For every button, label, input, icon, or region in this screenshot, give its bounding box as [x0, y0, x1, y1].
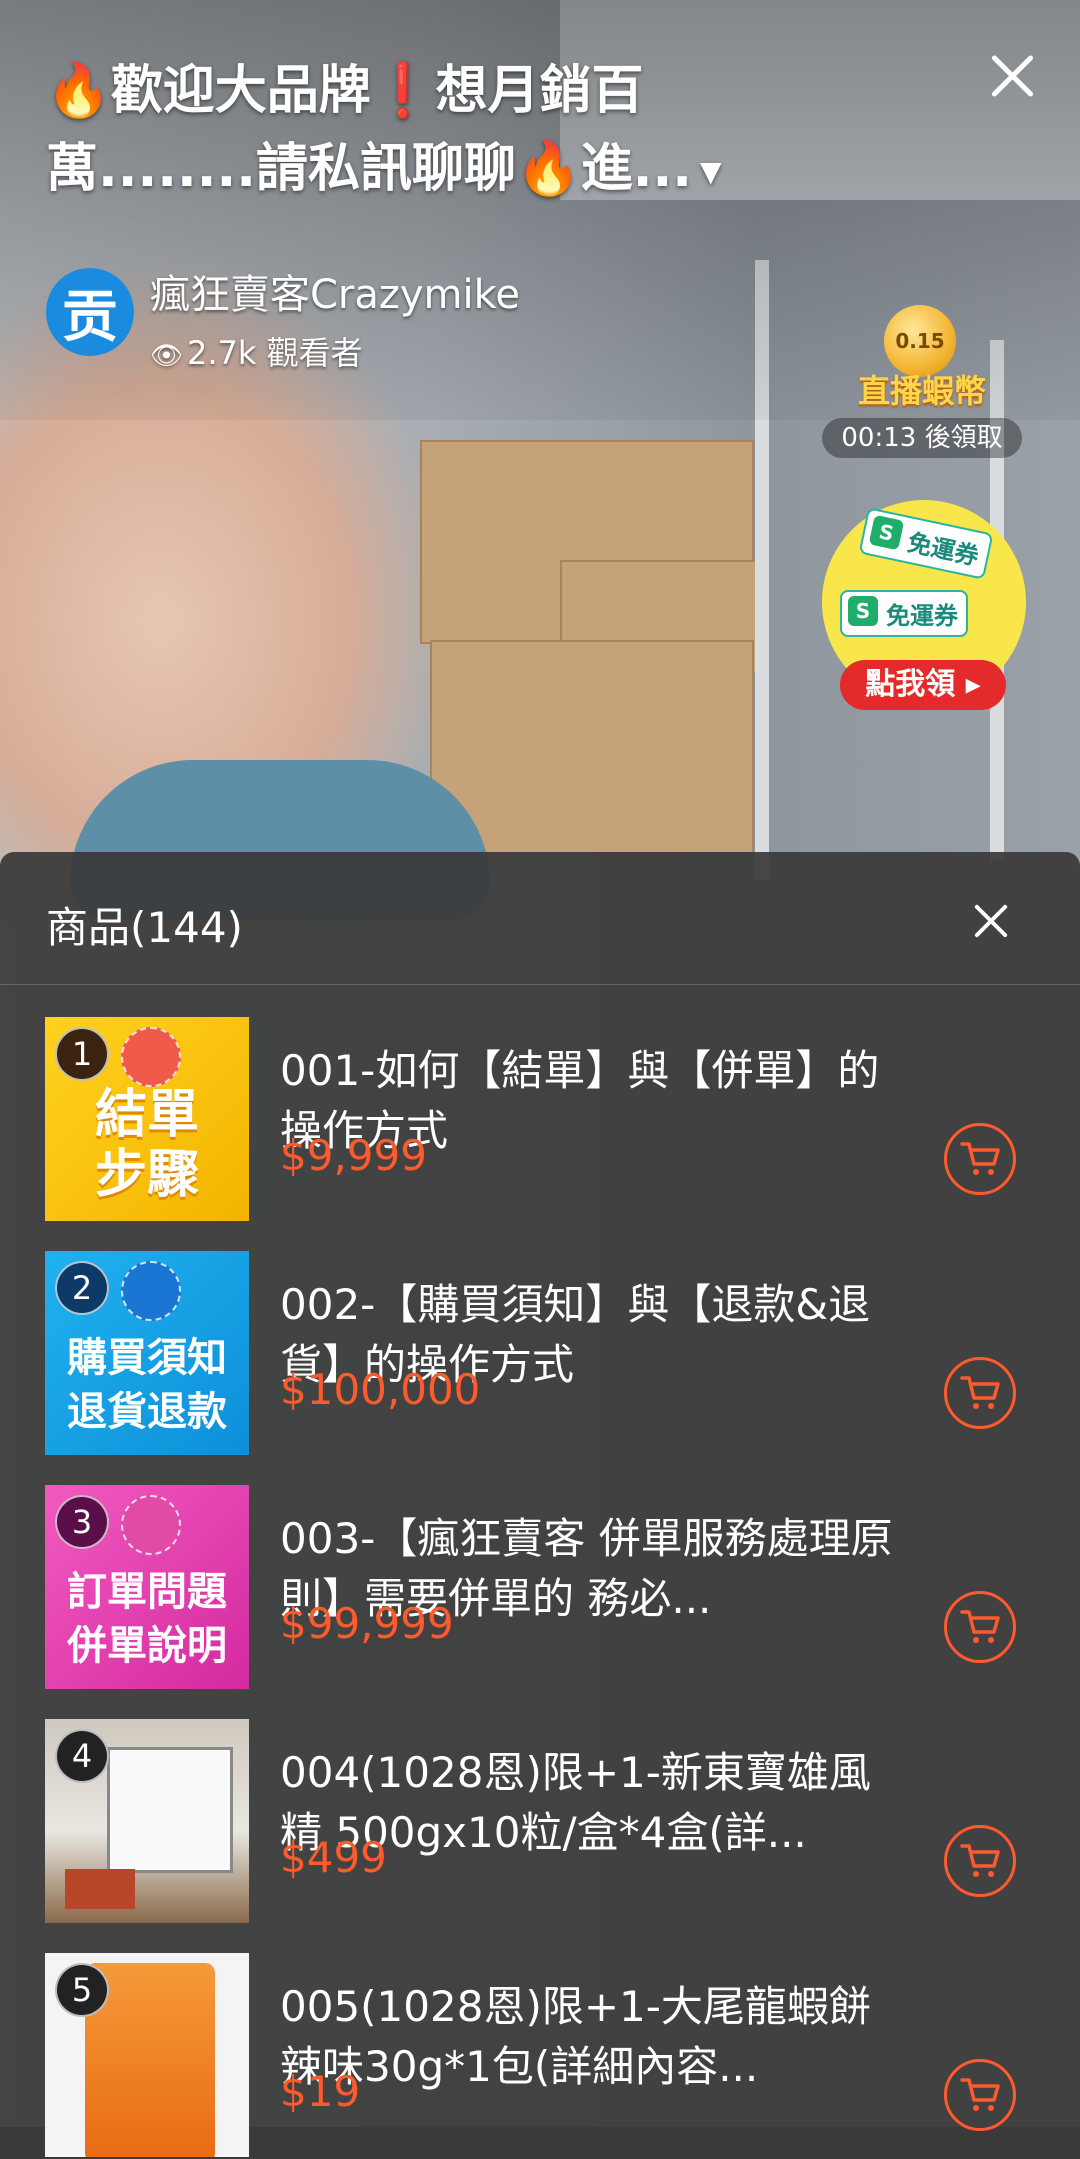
product-panel: 商品(144) 1 結單 步驟 001-如何【結單】與【併單】的操作方式 $9,…	[0, 852, 1080, 2157]
product-index-badge: 1	[55, 1027, 109, 1081]
claim-voucher-button[interactable]: 點我領 ▸	[840, 660, 1006, 710]
title-expand-icon[interactable]: ▼	[700, 155, 722, 188]
shopee-bag-icon: S	[868, 514, 905, 551]
product-item[interactable]: 2 購買須知 退貨退款 002-【購買須知】與【退款&退貨】的操作方式 $100…	[0, 1251, 1080, 1457]
thumbnail-text: 結單	[94, 1085, 199, 1145]
shopee-bag-icon: S	[848, 596, 878, 626]
product-item[interactable]: 3 訂單問題 併單說明 003-【瘋狂賣客 併單服務處理原則】需要併單的 務必.…	[0, 1485, 1080, 1691]
voucher-ticket: S 免運券	[840, 590, 968, 637]
voucher-ticket-label: 免運券	[886, 602, 958, 630]
add-to-cart-button[interactable]	[944, 1123, 1016, 1195]
product-price: $9,999	[280, 1131, 427, 1180]
product-item[interactable]: 5 005(1028恩)限+1-大尾龍蝦餅 辣味30g*1包(詳細內容... $…	[0, 1953, 1080, 2159]
close-panel-button[interactable]	[966, 896, 1016, 946]
product-item[interactable]: 1 結單 步驟 001-如何【結單】與【併單】的操作方式 $9,999	[0, 1017, 1080, 1223]
product-thumbnail[interactable]: 3 訂單問題 併單說明	[45, 1485, 249, 1689]
logo-icon	[121, 1495, 181, 1555]
product-name[interactable]: 005(1028恩)限+1-大尾龍蝦餅 辣味30g*1包(詳細內容...	[280, 1977, 900, 2097]
product-index-badge: 5	[55, 1963, 109, 2017]
product-panel-title: 商品(144)	[46, 903, 243, 952]
thumbnail-text: 併單說明	[67, 1623, 227, 1669]
logo-icon	[121, 1261, 181, 1321]
product-price: $99,999	[280, 1599, 454, 1648]
thumbnail-text: 購買須知	[67, 1335, 227, 1381]
product-thumbnail[interactable]: 1 結單 步驟	[45, 1017, 249, 1221]
product-price: $19	[280, 2067, 361, 2116]
add-to-cart-button[interactable]	[944, 1825, 1016, 1897]
add-to-cart-button[interactable]	[944, 2059, 1016, 2131]
host-name[interactable]: 瘋狂賣客Crazymike	[150, 262, 520, 320]
stream-title[interactable]: 🔥歡迎大品牌❗想月銷百萬........請私訊聊聊🔥進... ▼	[46, 52, 806, 211]
product-panel-header: 商品(144)	[0, 852, 1080, 985]
thumbnail-text: 訂單問題	[67, 1569, 227, 1615]
product-thumbnail[interactable]: 5	[45, 1953, 249, 2157]
product-index-badge: 3	[55, 1495, 109, 1549]
coin-label[interactable]: 直播蝦幣	[842, 366, 1002, 412]
stream-title-text: 🔥歡迎大品牌❗想月銷百萬........請私訊聊聊🔥進...	[46, 61, 693, 199]
coin-timer: 00:13 後領取	[822, 418, 1022, 458]
product-index-badge: 2	[55, 1261, 109, 1315]
eye-icon: 👁	[150, 341, 184, 371]
add-to-cart-button[interactable]	[944, 1591, 1016, 1663]
cart-icon	[960, 1376, 1000, 1409]
cart-icon	[960, 2078, 1000, 2111]
product-index-badge: 4	[55, 1729, 109, 1783]
product-thumbnail[interactable]: 4	[45, 1719, 249, 1923]
add-to-cart-button[interactable]	[944, 1357, 1016, 1429]
logo-icon	[121, 1027, 181, 1087]
voucher-ticket-label: 免運券	[904, 528, 982, 571]
close-stream-button[interactable]	[980, 44, 1044, 108]
product-box-image	[65, 1869, 135, 1909]
product-thumbnail[interactable]: 2 購買須知 退貨退款	[45, 1251, 249, 1455]
host-avatar[interactable]: 贡	[46, 268, 134, 356]
thumbnail-text: 步驟	[94, 1145, 199, 1205]
cart-icon	[960, 1142, 1000, 1175]
thumbnail-text: 退貨退款	[67, 1389, 227, 1435]
cart-icon	[960, 1844, 1000, 1877]
product-price: $100,000	[280, 1365, 481, 1414]
cart-icon	[960, 1610, 1000, 1643]
viewer-count: 👁 2.7k 觀看者	[150, 328, 363, 374]
product-price: $499	[280, 1833, 387, 1882]
whiteboard-image	[107, 1747, 233, 1873]
product-item[interactable]: 4 004(1028恩)限+1-新東寶雄風精 500gx10粒/盒*4盒(詳..…	[0, 1719, 1080, 1925]
viewer-count-text: 2.7k 觀看者	[187, 334, 363, 372]
